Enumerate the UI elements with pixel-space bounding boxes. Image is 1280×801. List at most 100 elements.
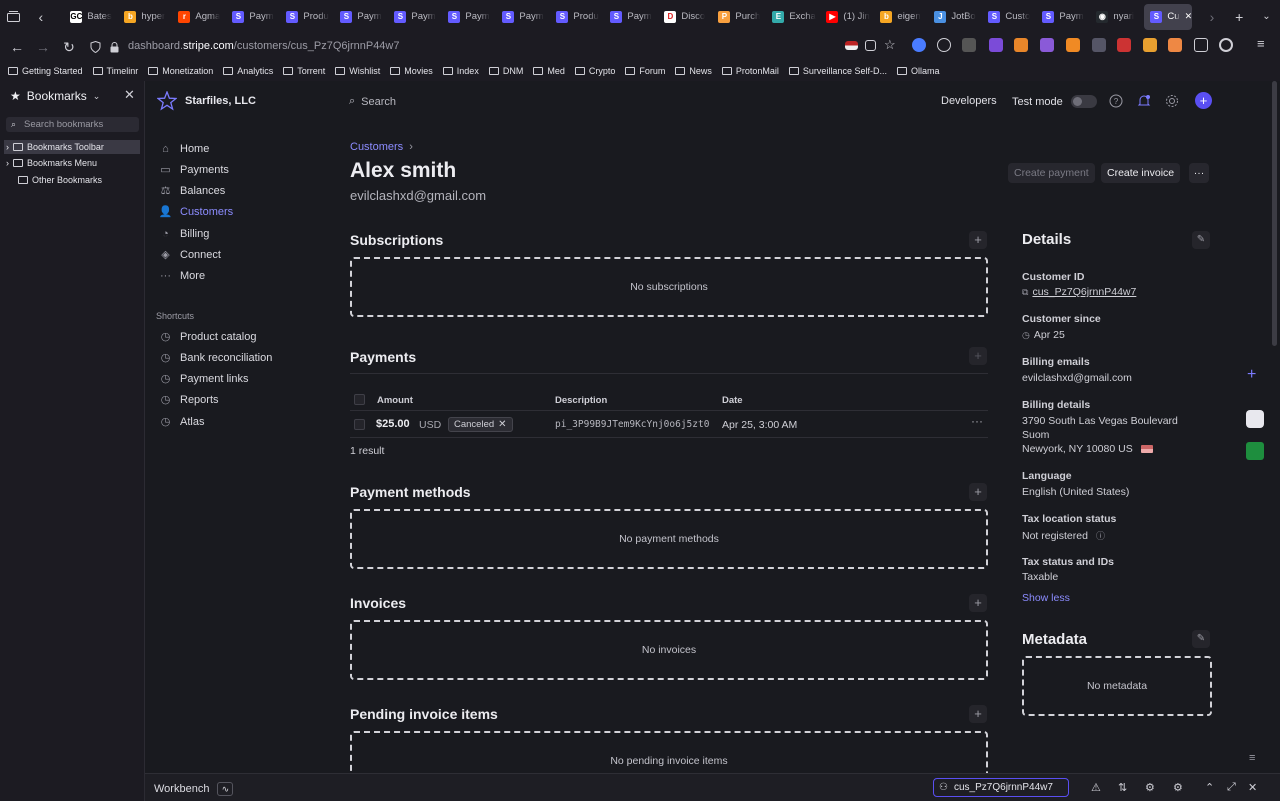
browser-tab[interactable]: P Purch — [712, 4, 766, 30]
bookmark-item[interactable]: Movies — [390, 66, 433, 76]
url-bar[interactable]: dashboard.stripe.com/customers/cus_Pz7Q6… — [128, 40, 399, 52]
more-actions-button[interactable]: ··· — [1189, 163, 1209, 183]
close-tab-icon[interactable]: ✕ — [1185, 11, 1193, 22]
column-header-date[interactable]: Date — [722, 395, 743, 406]
extension-icon-9[interactable] — [1117, 38, 1131, 52]
test-mode-toggle[interactable]: Test mode — [1012, 95, 1097, 108]
page-scrollbar[interactable] — [1269, 81, 1280, 773]
bookmark-item[interactable]: ProtonMail — [721, 66, 779, 76]
column-header-amount[interactable]: Amount — [377, 395, 413, 406]
browser-tab[interactable]: GC Bates — [64, 4, 118, 30]
browser-tab[interactable]: S Produ — [280, 4, 334, 30]
add-invoice-button[interactable]: + — [969, 594, 987, 612]
browser-tab[interactable]: J JotBo — [928, 4, 982, 30]
edit-details-icon[interactable]: ✎ — [1192, 231, 1210, 249]
chevron-up-icon[interactable]: ⌃ — [1205, 781, 1214, 794]
row-checkbox[interactable] — [354, 419, 365, 430]
menu-icon[interactable]: ≡ — [1257, 36, 1271, 51]
bookmarks-sidebar-title[interactable]: ★ Bookmarks ⌄ — [10, 89, 100, 103]
shortcut-item[interactable]: ◷ Payment links — [159, 372, 249, 386]
edit-metadata-icon[interactable]: ✎ — [1192, 630, 1210, 648]
browser-tab[interactable]: S Cu ✕ — [1144, 3, 1193, 30]
sidebar-menu-icon[interactable]: ≡ — [1249, 752, 1255, 764]
copy-icon[interactable]: ⧉ — [1022, 287, 1028, 298]
workbench-toggle[interactable]: Workbench ∿ — [154, 782, 234, 796]
notifications-icon[interactable] — [1137, 94, 1151, 108]
sidebar-item-payments[interactable]: ▭ Payments — [159, 163, 229, 177]
bookmark-item[interactable]: Crypto — [574, 66, 615, 76]
browser-tab[interactable]: S Paym — [334, 4, 388, 30]
extension-icon-4[interactable] — [989, 38, 1003, 52]
browser-tab[interactable]: S Paym — [604, 4, 658, 30]
bookmark-item[interactable]: Ollama — [896, 66, 939, 76]
browser-tab[interactable]: r Agma — [172, 4, 226, 30]
bookmark-item[interactable]: Torrent — [283, 66, 325, 76]
extension-icon-11[interactable] — [1168, 38, 1182, 52]
reload-icon[interactable]: ↻ — [56, 33, 82, 61]
create-payment-button[interactable]: Create payment — [1008, 163, 1095, 183]
browser-tab[interactable]: E Excha — [766, 4, 820, 30]
reader-view-icon[interactable] — [865, 40, 876, 51]
browser-tab[interactable]: S Produ — [550, 4, 604, 30]
activity-icon[interactable]: ∿ — [217, 782, 234, 796]
extension-icon-3[interactable] — [962, 38, 976, 52]
sidebar-item-balances[interactable]: ⚖ Balances — [159, 184, 226, 198]
sidebar-item-billing[interactable]: ◔ Billing — [159, 227, 209, 240]
bookmark-item[interactable]: Wishlist — [335, 66, 380, 76]
browser-tab[interactable]: S Paym — [442, 4, 496, 30]
new-tab-icon[interactable]: + — [1226, 0, 1253, 33]
extension-icon-5[interactable] — [1014, 38, 1028, 52]
add-pending-item-button[interactable]: + — [969, 705, 987, 723]
sidebar-add-icon[interactable]: + — [1247, 366, 1256, 384]
bookmark-item[interactable]: News — [675, 66, 712, 76]
customer-id-value[interactable]: ⧉ cus_Pz7Q6jrnnP44w7 — [1022, 286, 1136, 298]
add-payment-button[interactable]: + — [969, 347, 987, 365]
tab-scroll-right-icon[interactable]: › — [1198, 0, 1225, 33]
tab-overview-icon[interactable] — [0, 0, 27, 33]
help-icon[interactable]: ? — [1109, 94, 1123, 108]
integrations-icon[interactable]: ⚙ — [1145, 781, 1155, 794]
browser-tab[interactable]: ▶ (1) Jin — [820, 4, 874, 30]
sidebar-item-home[interactable]: ⌂ Home — [159, 142, 209, 155]
bookmark-item[interactable]: Index — [442, 66, 479, 76]
add-payment-method-button[interactable]: + — [969, 483, 987, 501]
settings-icon[interactable] — [1165, 94, 1179, 108]
developers-link[interactable]: Developers — [941, 95, 997, 107]
bookmark-item[interactable]: Monetization — [148, 66, 213, 76]
create-invoice-button[interactable]: Create invoice — [1101, 163, 1181, 183]
browser-tab[interactable]: S Paym — [1036, 4, 1090, 30]
browser-tab[interactable]: ◉ nyari — [1090, 4, 1144, 30]
webhook-icon[interactable]: ⇅ — [1118, 781, 1127, 794]
browser-tab[interactable]: D Disco — [658, 4, 712, 30]
list-all-tabs-icon[interactable]: ⌄ — [1253, 0, 1280, 33]
scrollbar-thumb[interactable] — [1272, 81, 1277, 346]
bookmark-item[interactable]: Timelinr — [92, 66, 138, 76]
workbench-resource-input[interactable]: ⚇ cus_Pz7Q6jrnnP44w7 — [933, 778, 1069, 797]
column-header-description[interactable]: Description — [555, 395, 607, 406]
extension-icon-1[interactable] — [912, 38, 926, 52]
close-icon[interactable]: ✕ — [124, 87, 135, 103]
bookmark-item[interactable]: Med — [533, 66, 565, 76]
bookmark-item[interactable]: Analytics — [223, 66, 273, 76]
alerts-icon[interactable]: ⚠ — [1091, 781, 1101, 794]
shortcut-item[interactable]: ◷ Product catalog — [159, 330, 257, 344]
sidebar-item-more[interactable]: ··· More — [159, 269, 205, 282]
bookmark-star-icon[interactable]: ☆ — [884, 37, 898, 52]
tab-scroll-left-icon[interactable]: ‹ — [27, 0, 54, 33]
close-icon[interactable]: ✕ — [1248, 781, 1257, 794]
browser-tab[interactable]: b hyper — [118, 4, 172, 30]
sidebar-item-connect[interactable]: ◈ Connect — [159, 248, 221, 262]
extension-icon-2[interactable] — [937, 38, 951, 52]
extension-icon-8[interactable] — [1092, 38, 1106, 52]
create-new-button[interactable]: + — [1195, 92, 1212, 109]
browser-tab[interactable]: b eigen — [874, 4, 928, 30]
shortcut-item[interactable]: ◷ Reports — [159, 393, 219, 407]
bookmark-item[interactable]: Surveillance Self-D... — [788, 66, 887, 76]
shield-icon[interactable] — [82, 33, 108, 61]
bookmark-item[interactable]: Getting Started — [8, 66, 83, 76]
extensions-icon[interactable] — [1194, 38, 1208, 52]
browser-tab[interactable]: S Paym — [388, 4, 442, 30]
flag-icon[interactable] — [845, 41, 858, 50]
breadcrumb-customers-link[interactable]: Customers — [350, 141, 403, 153]
account-icon[interactable] — [1219, 38, 1233, 52]
